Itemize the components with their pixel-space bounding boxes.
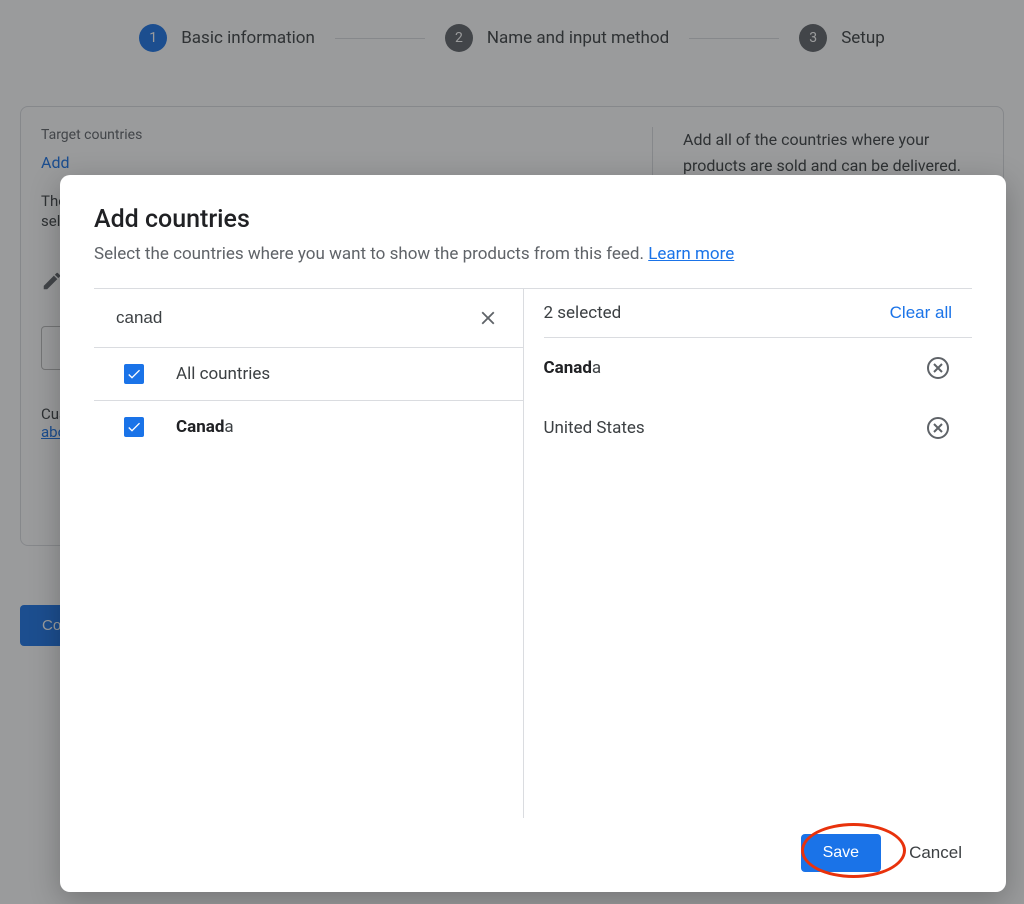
rest-text: a [224, 417, 233, 437]
selected-header: 2 selected Clear all [544, 289, 973, 338]
modal-body: All countries Canada 2 selected Clear al… [94, 288, 972, 818]
option-label: Canada [176, 417, 234, 437]
match-text: Canad [544, 358, 592, 378]
modal-subtitle: Select the countries where you want to s… [94, 244, 972, 264]
remove-circle-icon [926, 356, 950, 380]
option-label: All countries [176, 364, 270, 384]
modal-title: Add countries [94, 205, 972, 234]
checkbox-checked-icon[interactable] [124, 417, 144, 437]
option-all-countries[interactable]: All countries [94, 348, 523, 401]
subtitle-text: Select the countries where you want to s… [94, 244, 648, 264]
country-search-input[interactable] [116, 308, 473, 328]
remove-canada-button[interactable] [924, 354, 952, 382]
selected-panel: 2 selected Clear all Canada United State… [524, 289, 973, 818]
learn-more-link[interactable]: Learn more [648, 244, 734, 264]
clear-all-button[interactable]: Clear all [890, 303, 952, 323]
search-row [94, 289, 523, 348]
search-panel: All countries Canada [94, 289, 524, 818]
selected-label: Canada [544, 358, 602, 378]
clear-search-button[interactable] [473, 303, 503, 333]
selected-count: 2 selected [544, 303, 622, 323]
cancel-button[interactable]: Cancel [909, 843, 962, 863]
add-countries-modal: Add countries Select the countries where… [60, 175, 1006, 892]
match-text: Canad [176, 417, 224, 437]
rest-text: a [592, 358, 601, 378]
save-button[interactable]: Save [801, 834, 881, 872]
remove-us-button[interactable] [924, 414, 952, 442]
modal-footer: Save Cancel [94, 818, 972, 872]
selected-item-us: United States [544, 398, 973, 458]
selected-label: United States [544, 418, 645, 438]
option-canada[interactable]: Canada [94, 401, 523, 453]
close-icon [477, 307, 499, 329]
checkbox-checked-icon[interactable] [124, 364, 144, 384]
selected-item-canada: Canada [544, 338, 973, 398]
remove-circle-icon [926, 416, 950, 440]
rest-text: United States [544, 418, 645, 438]
